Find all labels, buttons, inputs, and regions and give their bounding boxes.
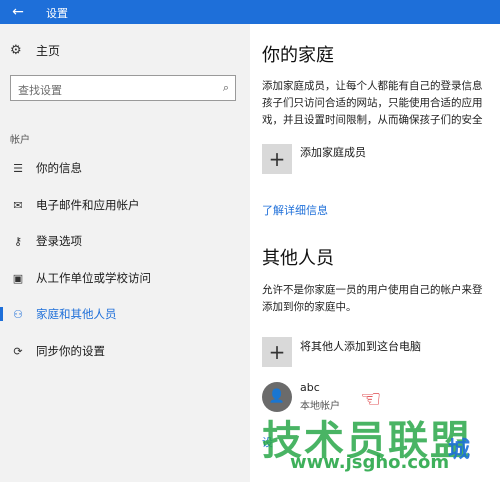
sidebar: ⚙ 主页 查找设置 ⌕ 帐户 ☰ 你的信息 ✉ 电子邮件和应用帐户 ⚷ 登录选项… — [0, 24, 250, 482]
add-family-label: 添加家庭成员 — [300, 146, 366, 159]
watermark-url: www.jsgho.com — [290, 452, 450, 473]
watermark-extra: 城 — [448, 438, 471, 463]
plus-icon: + — [262, 337, 292, 367]
sidebar-item-sync[interactable]: ⟳ 同步你的设置 — [0, 337, 250, 365]
add-other-label: 将其他人添加到这台电脑 — [300, 340, 421, 353]
briefcase-icon: ▣ — [12, 271, 24, 285]
others-description: 允许不是你家庭一员的用户使用自己的帐户来登 添加到你的家庭中。 — [262, 284, 483, 313]
sidebar-item-label: 登录选项 — [36, 234, 82, 248]
key-icon: ⚷ — [13, 234, 23, 248]
home-label: 主页 — [36, 44, 61, 58]
search-input[interactable]: 查找设置 ⌕ — [10, 75, 236, 101]
search-icon[interactable]: ⌕ — [223, 81, 229, 95]
title-bar: ← 设置 — [0, 0, 500, 24]
sync-icon: ⟳ — [13, 344, 23, 358]
sidebar-item-sign-in-options[interactable]: ⚷ 登录选项 — [0, 227, 250, 255]
sidebar-item-label: 从工作单位或学校访问 — [36, 271, 151, 285]
sidebar-item-label: 电子邮件和应用帐户 — [36, 198, 140, 212]
gear-icon: ⚙ — [10, 43, 22, 58]
sidebar-item-your-info[interactable]: ☰ 你的信息 — [0, 154, 250, 182]
home-link[interactable]: ⚙ 主页 — [10, 42, 60, 59]
contact-card-icon: ☰ — [13, 161, 23, 175]
mail-icon: ✉ — [13, 198, 23, 212]
sidebar-item-label: 同步你的设置 — [36, 344, 105, 358]
sidebar-item-work-school[interactable]: ▣ 从工作单位或学校访问 — [0, 264, 250, 292]
add-family-member-button[interactable]: + 添加家庭成员 — [262, 144, 366, 174]
avatar: 👤 — [262, 381, 292, 412]
family-heading: 你的家庭 — [262, 45, 334, 66]
learn-more-link[interactable]: 了解详细信息 — [262, 202, 328, 218]
window-title: 设置 — [46, 7, 68, 20]
active-indicator — [0, 307, 3, 321]
back-arrow-icon[interactable]: ← — [0, 0, 36, 24]
plus-icon: + — [262, 144, 292, 174]
sidebar-item-family[interactable]: ⚇ 家庭和其他人员 — [0, 300, 250, 328]
others-heading: 其他人员 — [262, 248, 334, 269]
sidebar-item-email-accounts[interactable]: ✉ 电子邮件和应用帐户 — [0, 191, 250, 219]
section-label-accounts: 帐户 — [10, 135, 30, 146]
add-other-person-button[interactable]: + 将其他人添加到这台电脑 — [262, 337, 421, 367]
user-avatar-icon: 👤 — [268, 389, 286, 404]
family-description: 添加家庭成员，让每个人都能有自己的登录信息 孩子们只访问合适的网站，只能使用合适… — [262, 80, 483, 126]
sidebar-item-label: 你的信息 — [36, 161, 82, 175]
person-icon: ⚇ — [13, 307, 23, 321]
search-placeholder: 查找设置 — [18, 84, 62, 97]
user-name: abc — [300, 381, 320, 394]
sidebar-item-label: 家庭和其他人员 — [36, 307, 117, 321]
